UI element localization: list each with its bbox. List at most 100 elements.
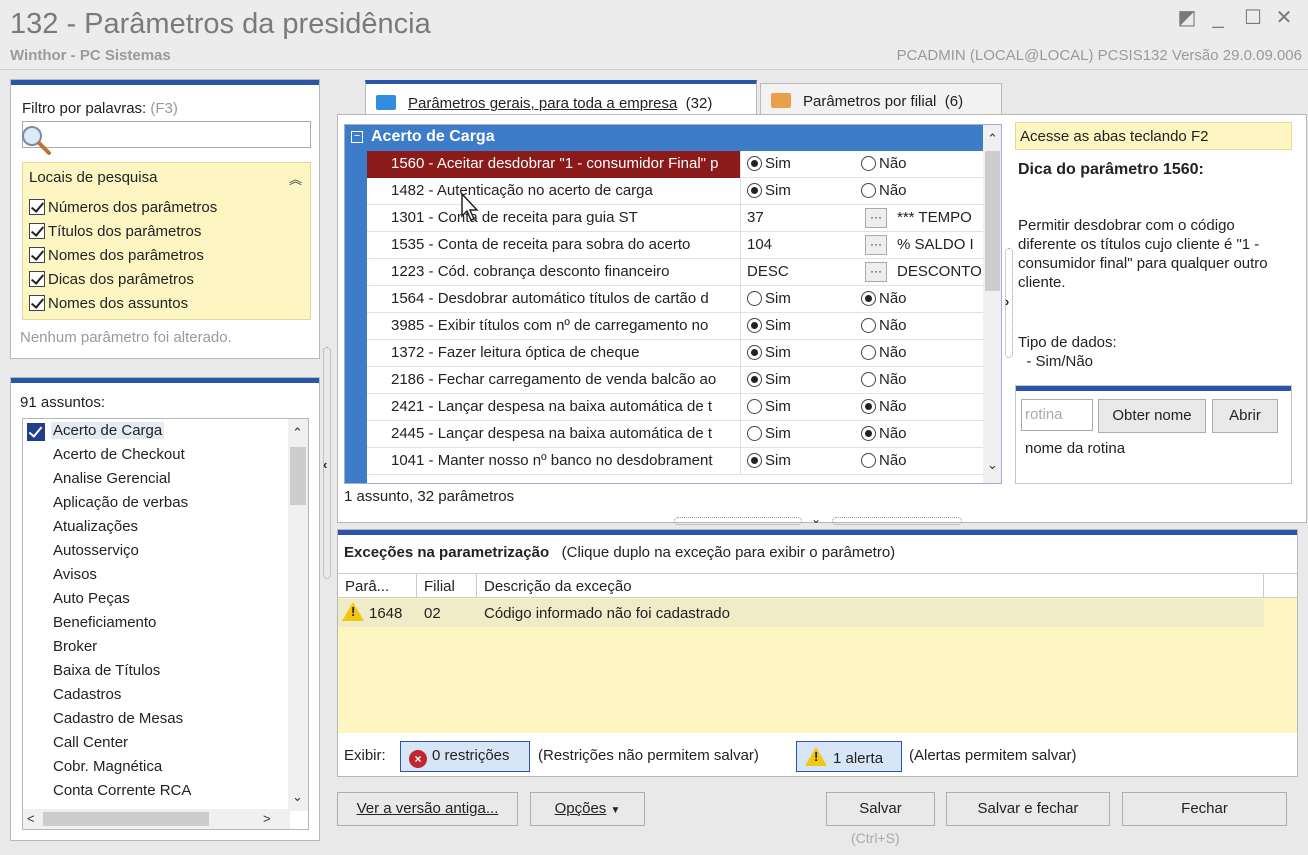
save-button[interactable]: Salvar	[826, 792, 935, 826]
horizontal-splitter[interactable]	[674, 517, 802, 525]
subject-item[interactable]: Cadastros	[53, 686, 121, 703]
radio-icon[interactable]	[861, 156, 876, 171]
param-row[interactable]: 1372 - Fazer leitura óptica de cheque Sim…	[367, 340, 983, 367]
radio-no[interactable]: Não	[861, 452, 907, 469]
subject-item[interactable]: Call Center	[53, 734, 128, 751]
radio-no[interactable]: Não	[861, 155, 907, 172]
close-button[interactable]: Fechar	[1122, 792, 1287, 826]
radio-icon[interactable]	[861, 399, 876, 414]
subject-item[interactable]: Aplicação de verbas	[53, 494, 188, 511]
radio-icon[interactable]	[861, 453, 876, 468]
option-subject-names[interactable]: Nomes dos assuntos	[29, 295, 188, 317]
param-row[interactable]: 1041 - Manter nosso nº banco no desdobra…	[367, 448, 983, 475]
close-icon[interactable]: ✕	[1272, 6, 1296, 30]
param-name[interactable]: 1372 - Fazer leitura óptica de cheque	[367, 340, 741, 367]
subject-item[interactable]: Auto Peças	[53, 590, 130, 607]
scroll-thumb[interactable]	[985, 151, 1000, 291]
lookup-code[interactable]: 37	[747, 209, 764, 226]
radio-icon[interactable]	[861, 426, 876, 441]
scroll-down-icon[interactable]: ⌄	[292, 789, 303, 805]
param-row[interactable]: 2186 - Fechar carregamento de venda balc…	[367, 367, 983, 394]
radio-no[interactable]: Não	[861, 371, 907, 388]
radio-yes[interactable]: Sim	[747, 182, 791, 199]
lookup-code[interactable]: 104	[747, 236, 772, 253]
option-param-names[interactable]: Nomes dos parâmetros	[29, 247, 204, 269]
radio-icon[interactable]	[747, 426, 762, 441]
param-name[interactable]: 1564 - Desdobrar automático títulos de c…	[367, 286, 741, 313]
get-name-button[interactable]: Obter nome	[1098, 399, 1206, 433]
param-row[interactable]: 2445 - Lançar despesa na baixa automátic…	[367, 421, 983, 448]
options-button[interactable]: Opções ▼	[530, 792, 645, 826]
exceptions-table[interactable]: Parâ... Filial Descrição da exceção 1648…	[338, 573, 1297, 733]
param-name[interactable]: 1301 - Conta de receita para guia ST	[367, 205, 741, 232]
radio-icon[interactable]	[747, 453, 762, 468]
minimize-icon[interactable]: _	[1206, 6, 1230, 30]
param-row[interactable]: 1535 - Conta de receita para sobra do ac…	[367, 232, 983, 259]
scroll-down-icon[interactable]: ⌄	[987, 457, 998, 473]
horizontal-splitter[interactable]	[832, 517, 962, 525]
grid-vscrollbar[interactable]: ⌃ ⌄	[983, 125, 1001, 483]
radio-no[interactable]: Não	[861, 290, 907, 307]
radio-no[interactable]: Não	[861, 344, 907, 361]
radio-no[interactable]: Não	[861, 317, 907, 334]
subject-item[interactable]: Cadastro de Mesas	[53, 710, 183, 727]
collapse-icon[interactable]: ︽	[289, 169, 302, 188]
radio-icon[interactable]	[747, 318, 762, 333]
radio-yes[interactable]: Sim	[747, 344, 791, 361]
radio-icon[interactable]	[861, 318, 876, 333]
subject-item[interactable]: Acerto de Carga	[51, 422, 165, 439]
tab-general-params[interactable]: Parâmetros gerais, para toda a empresa (…	[365, 80, 757, 114]
option-param-tips[interactable]: Dicas dos parâmetros	[29, 271, 194, 293]
checkbox-icon[interactable]	[29, 295, 45, 311]
radio-icon[interactable]	[747, 345, 762, 360]
chevron-down-icon[interactable]: ⌄	[811, 512, 821, 526]
restore-icon[interactable]: ◩	[1175, 6, 1199, 30]
lookup-button[interactable]: ···	[865, 235, 887, 255]
subject-item[interactable]: Cobr. Magnética	[53, 758, 162, 775]
subject-item[interactable]: Analise Gerencial	[53, 470, 171, 487]
radio-yes[interactable]: Sim	[747, 371, 791, 388]
maximize-icon[interactable]: ☐	[1241, 6, 1265, 30]
table-row[interactable]: 1648 02 Código informado não foi cadastr…	[338, 599, 1264, 627]
radio-icon[interactable]	[747, 372, 762, 387]
radio-icon[interactable]	[747, 156, 762, 171]
old-version-button[interactable]: Ver a versão antiga...	[337, 792, 518, 826]
subject-item[interactable]: Baixa de Títulos	[53, 662, 160, 679]
checkbox-icon[interactable]	[29, 271, 45, 287]
scroll-up-icon[interactable]: ⌃	[292, 425, 303, 441]
param-row[interactable]: 3985 - Exibir títulos com nº de carregam…	[367, 313, 983, 340]
scroll-right-icon[interactable]: >	[263, 811, 271, 826]
routine-input[interactable]: rotina	[1021, 399, 1093, 431]
open-button[interactable]: Abrir	[1212, 399, 1278, 433]
scroll-left-icon[interactable]: <	[27, 811, 35, 826]
column-header[interactable]: Parâ...	[345, 578, 389, 595]
filter-input[interactable]	[22, 121, 311, 148]
radio-icon[interactable]	[747, 399, 762, 414]
param-row[interactable]: 1223 - Cód. cobrança desconto financeiro…	[367, 259, 983, 286]
collapse-left-icon[interactable]: ‹	[323, 457, 327, 472]
radio-icon[interactable]	[861, 345, 876, 360]
scroll-up-icon[interactable]: ⌃	[987, 131, 998, 147]
expand-right-icon[interactable]: ›	[1005, 294, 1009, 309]
scroll-thumb[interactable]	[290, 447, 306, 505]
lookup-button[interactable]: ···	[865, 208, 887, 228]
radio-no[interactable]: Não	[861, 398, 907, 415]
column-header[interactable]: Filial	[424, 578, 455, 595]
tab-branch-params[interactable]: Parâmetros por filial (6)	[760, 83, 1002, 114]
radio-icon[interactable]	[861, 183, 876, 198]
lookup-code[interactable]: DESC	[747, 263, 789, 280]
param-name[interactable]: 1482 - Autenticação no acerto de carga	[367, 178, 741, 205]
subject-item[interactable]: Atualizações	[53, 518, 138, 535]
param-name[interactable]: 3985 - Exibir títulos com nº de carregam…	[367, 313, 741, 340]
checkbox-icon[interactable]	[29, 199, 45, 215]
param-name[interactable]: 1535 - Conta de receita para sobra do ac…	[367, 232, 741, 259]
subject-item[interactable]: Autosserviço	[53, 542, 139, 559]
radio-yes[interactable]: Sim	[747, 425, 791, 442]
param-row[interactable]: 1560 - Aceitar desdobrar "1 - consumidor…	[367, 151, 983, 178]
param-name[interactable]: 2445 - Lançar despesa na baixa automátic…	[367, 421, 741, 448]
params-grid[interactable]: Acerto de Carga − 1560 - Aceitar desdobr…	[344, 124, 1002, 484]
checked-icon[interactable]	[27, 423, 45, 441]
subject-item[interactable]: Conta Corrente RCA	[53, 782, 191, 799]
param-name[interactable]: 1041 - Manter nosso nº banco no desdobra…	[367, 448, 741, 475]
param-name[interactable]: 1560 - Aceitar desdobrar "1 - consumidor…	[367, 151, 741, 178]
